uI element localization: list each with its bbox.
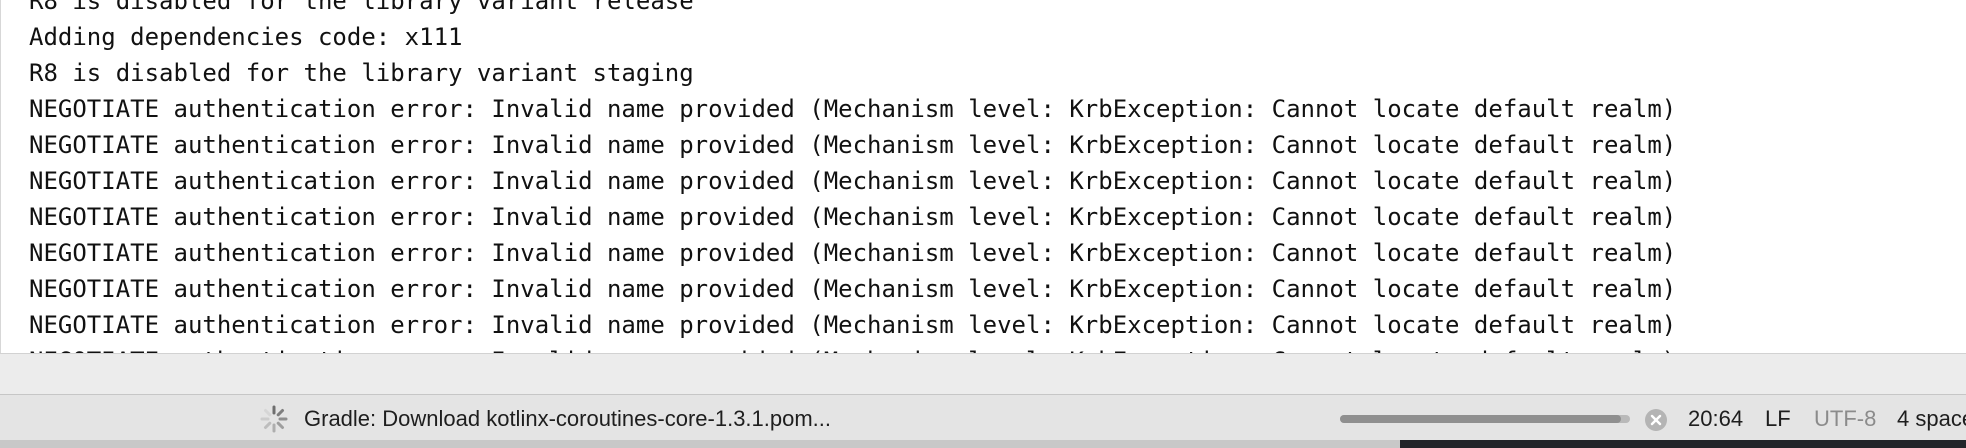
console-line: NEGOTIATE authentication error: Invalid …: [29, 95, 1677, 123]
background-task-label[interactable]: Gradle: Download kotlinx-coroutines-core…: [304, 406, 831, 432]
console-line: NEGOTIATE authentication error: Invalid …: [29, 343, 1676, 353]
cancel-icon[interactable]: [1644, 408, 1668, 432]
console-line: NEGOTIATE authentication error: Invalid …: [29, 167, 1677, 195]
loading-spinner-icon: [260, 405, 288, 433]
tool-window-strip: [0, 353, 1966, 394]
console-line: R8 is disabled for the library variant r…: [29, 0, 694, 15]
console-line: NEGOTIATE authentication error: Invalid …: [29, 203, 1677, 231]
task-progress-fill: [1340, 415, 1622, 423]
task-progress-bar: [1340, 415, 1630, 423]
line-separator-widget[interactable]: LF: [1765, 406, 1791, 432]
indent-widget[interactable]: 4 spaces: [1897, 406, 1966, 432]
ide-window: R8 is disabled for the library variant r…: [0, 0, 1966, 448]
console-line: Adding dependencies code: x111: [29, 23, 463, 51]
cursor-position-widget[interactable]: 20:64: [1688, 406, 1743, 432]
console-line: R8 is disabled for the library variant s…: [29, 59, 694, 87]
status-bar: Gradle: Download kotlinx-coroutines-core…: [0, 394, 1966, 440]
console-line: NEGOTIATE authentication error: Invalid …: [29, 131, 1677, 159]
console-line: NEGOTIATE authentication error: Invalid …: [29, 275, 1677, 303]
file-encoding-widget[interactable]: UTF-8: [1814, 406, 1876, 432]
console-line: NEGOTIATE authentication error: Invalid …: [29, 239, 1677, 267]
build-output-console[interactable]: R8 is disabled for the library variant r…: [0, 0, 1966, 353]
console-line: NEGOTIATE authentication error: Invalid …: [29, 311, 1677, 339]
desktop-background: [1400, 440, 1966, 448]
console-lines: R8 is disabled for the library variant r…: [29, 0, 1676, 353]
